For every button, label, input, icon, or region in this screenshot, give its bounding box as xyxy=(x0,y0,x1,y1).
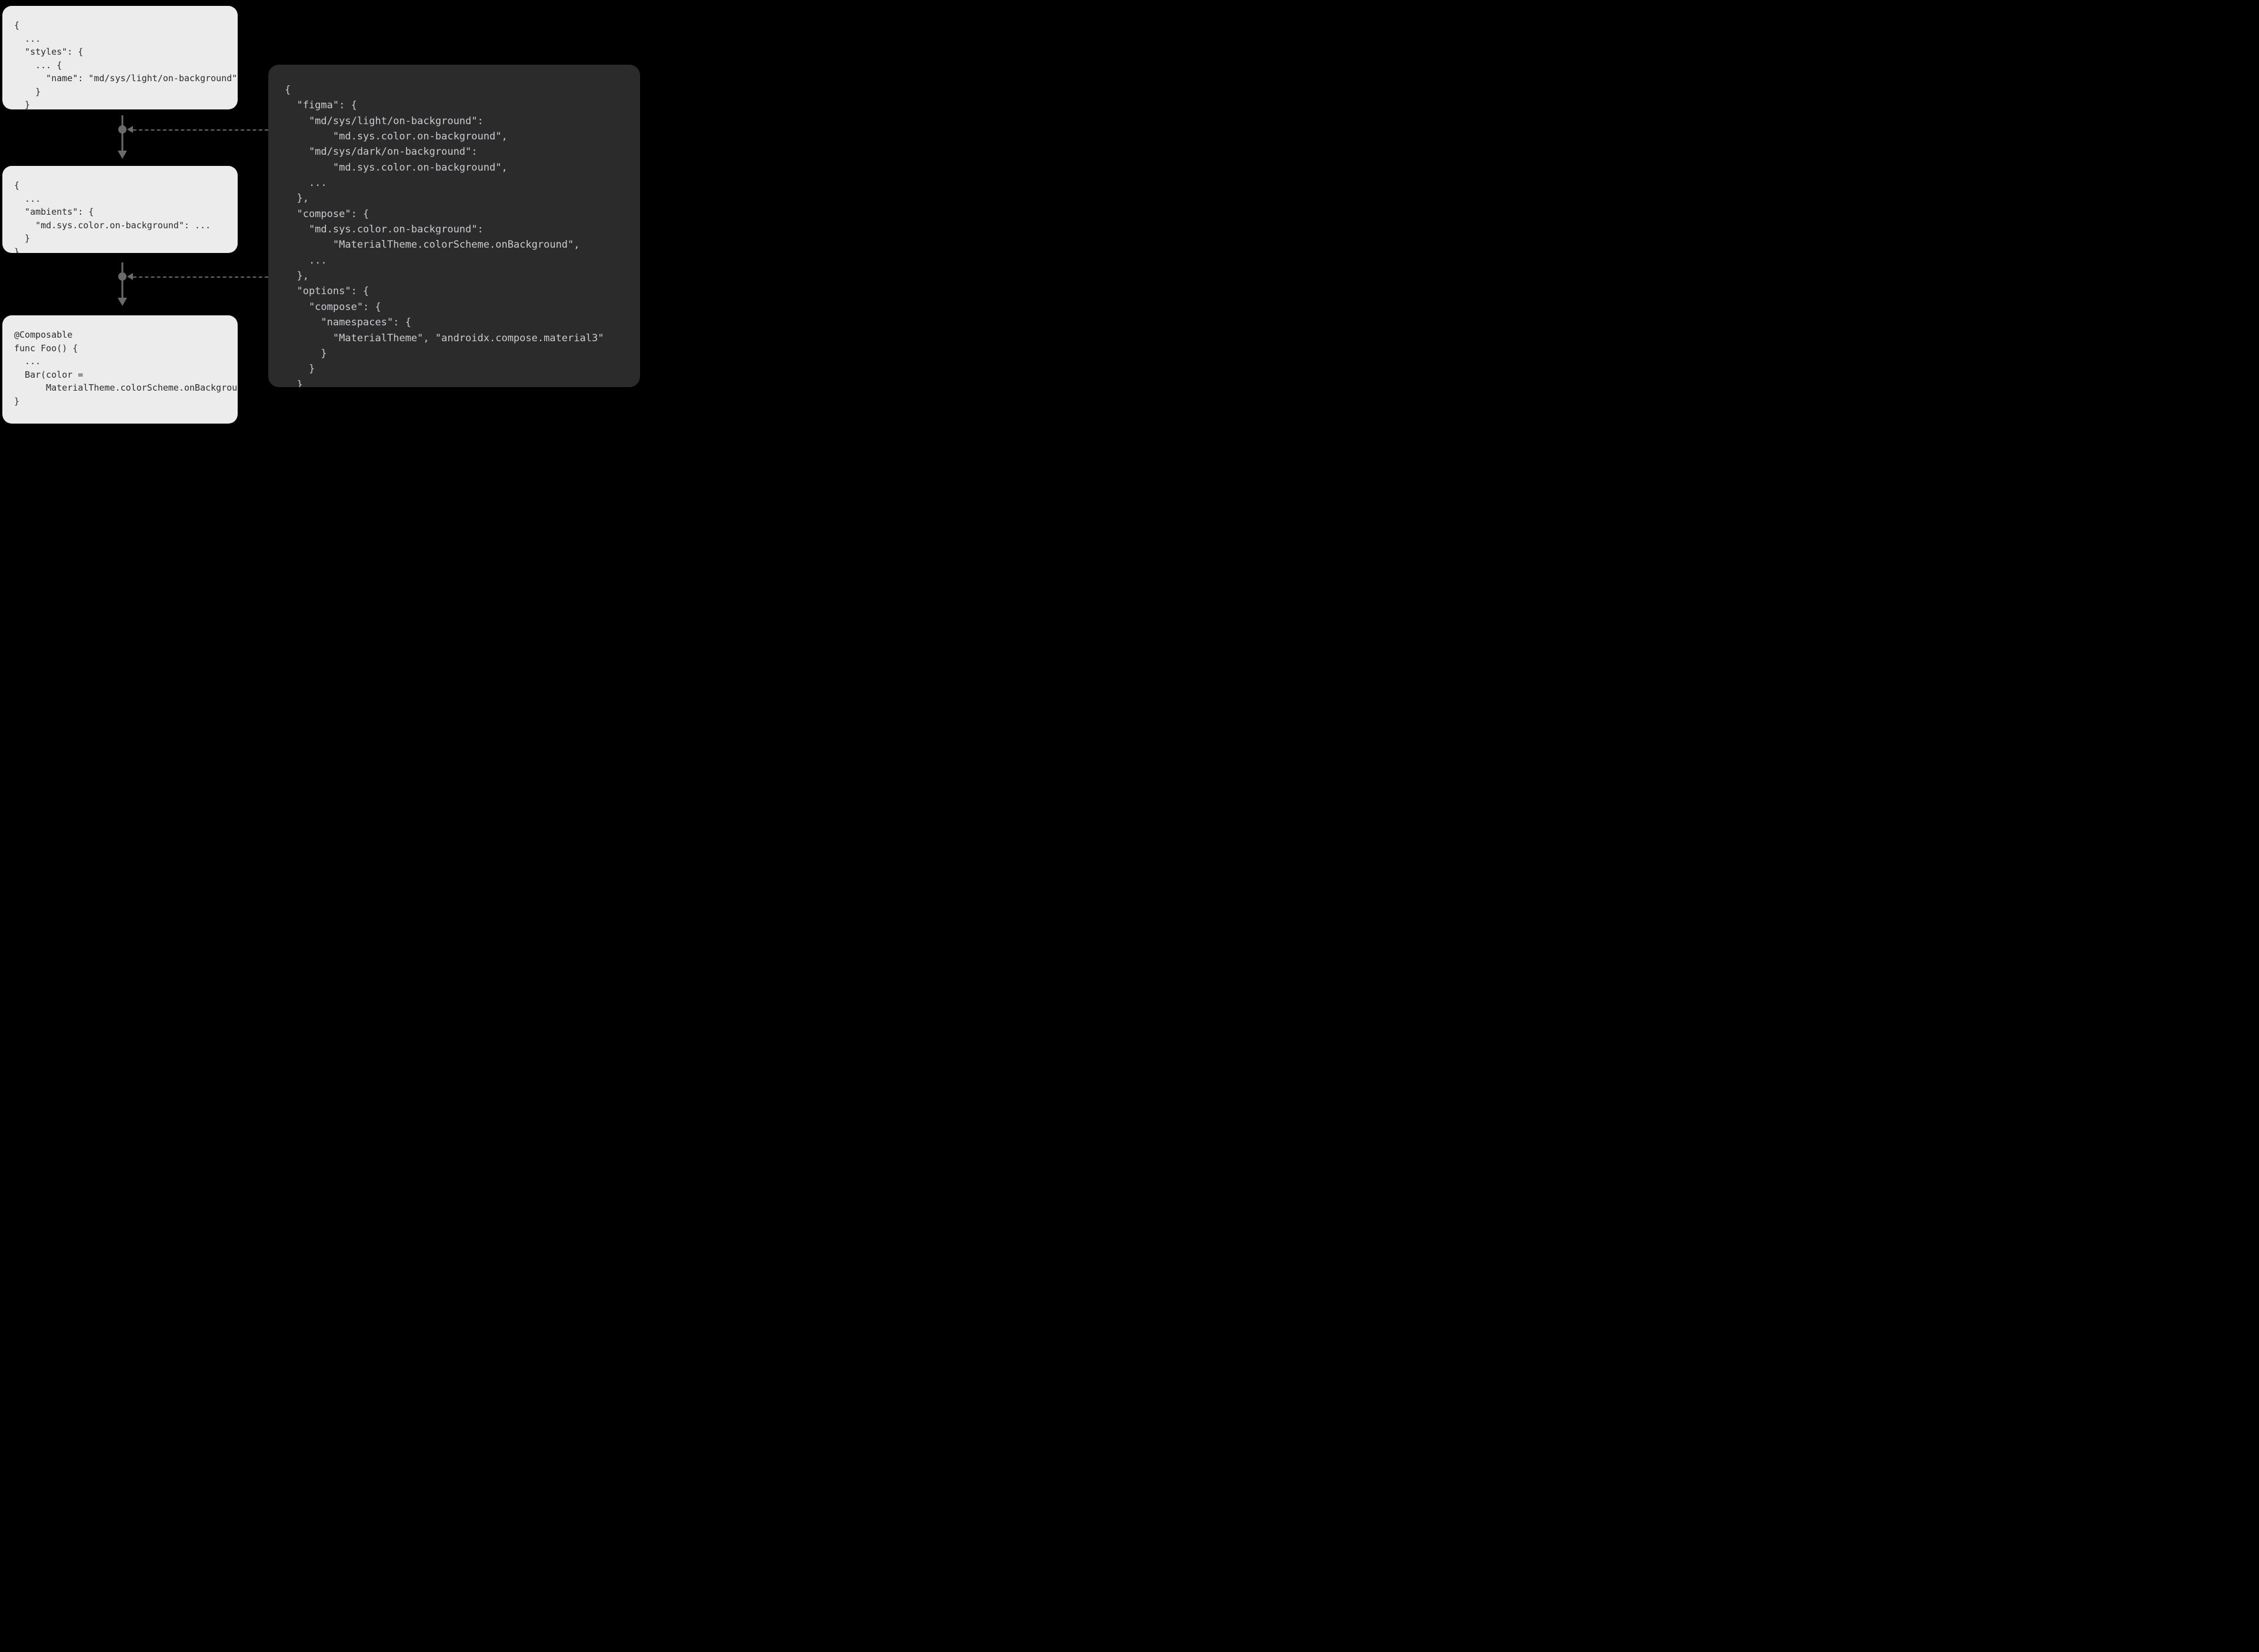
code-mapping-json: { "figma": { "md/sys/light/on-background… xyxy=(285,84,604,387)
flow-arrow-2 xyxy=(115,260,129,309)
dashed-connector-1 xyxy=(133,129,268,131)
merge-node-2 xyxy=(118,272,126,281)
code-ambients-json: { ... "ambients": { "md.sys.color.on-bac… xyxy=(14,180,211,253)
diagram-canvas: { ... "styles": { ... { "name": "md/sys/… xyxy=(0,0,753,551)
arrow-down-icon xyxy=(115,113,129,160)
dashed-arrowhead-2 xyxy=(127,273,133,280)
dashed-arrowhead-1 xyxy=(127,126,133,133)
dashed-connector-2 xyxy=(133,277,268,278)
arrow-down-icon xyxy=(115,260,129,307)
card-styles-json: { ... "styles": { ... { "name": "md/sys/… xyxy=(2,6,238,109)
card-ambients-json: { ... "ambients": { "md.sys.color.on-bac… xyxy=(2,166,238,253)
code-styles-json: { ... "styles": { ... { "name": "md/sys/… xyxy=(14,20,238,109)
card-compose-code: @Composable func Foo() { ... Bar(color =… xyxy=(2,315,238,424)
flow-arrow-1 xyxy=(115,113,129,162)
card-mapping-json: { "figma": { "md/sys/light/on-background… xyxy=(268,65,640,387)
merge-node-1 xyxy=(118,125,126,134)
code-compose: @Composable func Foo() { ... Bar(color =… xyxy=(14,329,238,407)
